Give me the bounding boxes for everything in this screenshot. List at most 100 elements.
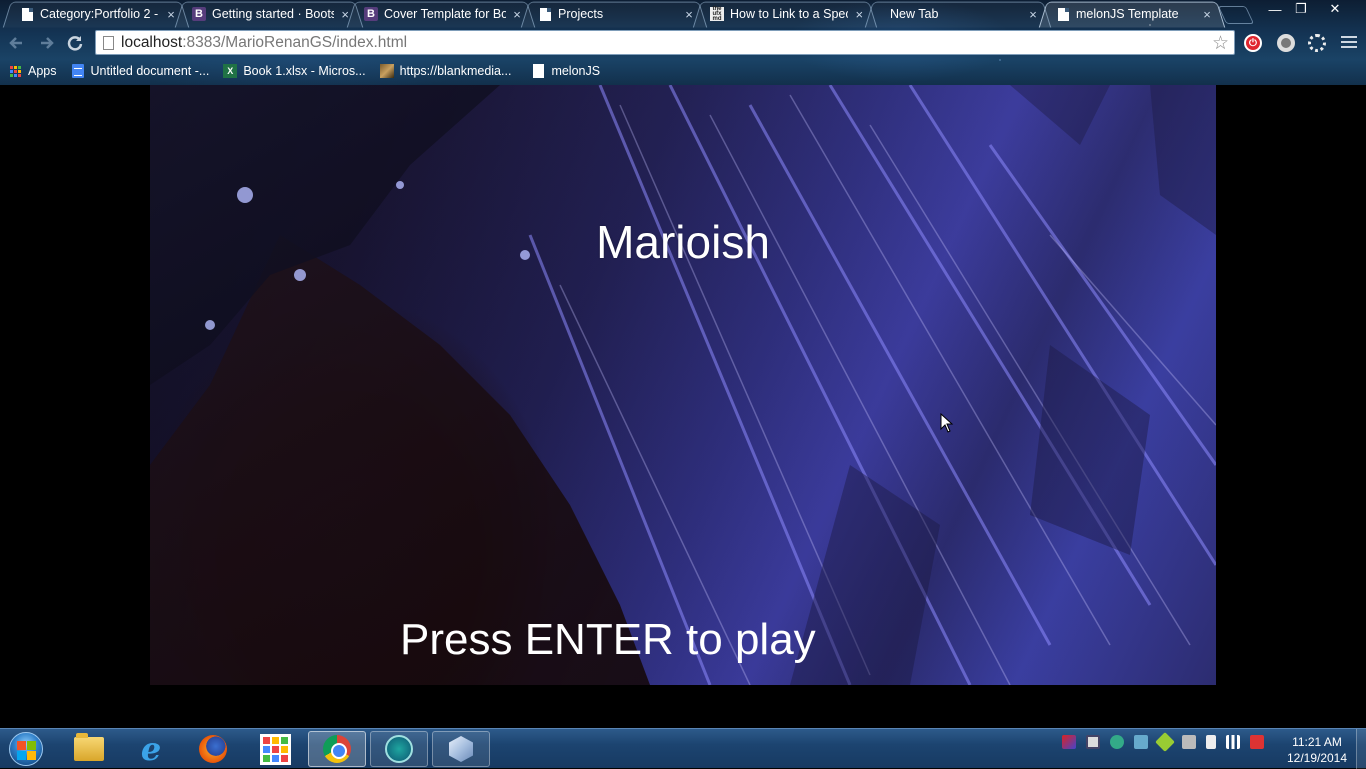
reload-button[interactable] <box>65 33 85 53</box>
tab-close-icon[interactable]: × <box>166 7 176 22</box>
mouse-cursor-icon <box>940 413 954 433</box>
bootstrap-icon: B <box>192 7 206 21</box>
game-canvas[interactable]: Marioish Press ENTER to play <box>150 85 1216 685</box>
tab-title: Projects <box>558 7 604 21</box>
start-button[interactable] <box>5 730 47 768</box>
google-docs-icon <box>71 64 85 78</box>
menu-button[interactable] <box>1341 36 1357 51</box>
extension-button[interactable] <box>1275 32 1297 54</box>
tab-title: Cover Template for Bo <box>384 7 507 21</box>
monitor-icon[interactable] <box>1086 735 1100 749</box>
cube-icon <box>449 736 473 762</box>
page-icon <box>20 7 34 21</box>
show-desktop-button[interactable] <box>1356 729 1366 769</box>
browser-chrome: Category:Portfolio 2 - × B Getting start… <box>0 0 1366 85</box>
volume-icon[interactable] <box>1182 735 1196 749</box>
bookmark-label: Apps <box>28 64 57 78</box>
address-bar[interactable]: localhost:8383/MarioRenanGS/index.html ☆ <box>95 30 1235 55</box>
tab-category-portfolio[interactable]: Category:Portfolio 2 - × <box>14 1 178 27</box>
page-icon <box>103 35 114 50</box>
tab-title: New Tab <box>890 7 939 21</box>
tab-close-icon[interactable]: × <box>512 7 522 22</box>
sync-icon[interactable] <box>1110 735 1124 749</box>
shield-icon[interactable] <box>1062 735 1076 749</box>
bookmark-label: Untitled document -... <box>90 64 210 78</box>
bookmarks-bar: Apps Untitled document -... X Book 1.xls… <box>0 59 1366 83</box>
page-icon <box>1056 7 1070 21</box>
bookmark-melonjs[interactable]: melonJS <box>531 64 600 78</box>
bookmark-apps[interactable]: Apps <box>8 64 57 78</box>
page-viewport: Marioish Press ENTER to play <box>0 85 1366 728</box>
game-title: Marioish <box>596 216 770 268</box>
taskbar-internet-explorer[interactable]: e <box>122 730 180 768</box>
bookmark-untitled-document[interactable]: Untitled document -... <box>71 64 210 78</box>
tab-close-icon[interactable]: × <box>1028 7 1038 22</box>
action-center-flag-icon[interactable] <box>1250 735 1264 749</box>
extension-button[interactable] <box>1306 32 1328 54</box>
minimize-button[interactable]: — <box>1262 0 1288 18</box>
bootstrap-icon: B <box>364 7 378 21</box>
page-icon <box>531 64 545 78</box>
close-window-button[interactable]: ✕ <box>1314 0 1356 18</box>
restore-button[interactable]: ❐ <box>1288 0 1314 18</box>
taskbar-firefox[interactable] <box>184 731 242 767</box>
image-icon <box>379 64 394 78</box>
forward-arrow-icon <box>41 37 54 49</box>
taskbar-sketchup-viewer[interactable] <box>370 731 428 767</box>
taskbar-virtual-machine[interactable] <box>432 731 490 767</box>
tab-how-to-link[interactable]: the ufx md How to Link to a Speci × <box>704 1 866 27</box>
system-clock[interactable]: 11:21 AM 12/19/2014 <box>1282 734 1352 766</box>
extension-button[interactable]: ⏻ <box>1242 32 1264 54</box>
tab-close-icon[interactable]: × <box>854 7 864 22</box>
tab-title: melonJS Template <box>1076 7 1179 21</box>
tab-close-icon[interactable]: × <box>1202 7 1212 22</box>
firefox-icon <box>199 735 227 763</box>
tab-getting-started[interactable]: B Getting started · Boots × <box>186 1 352 27</box>
tab-close-icon[interactable]: × <box>684 7 694 22</box>
tab-cover-template[interactable]: B Cover Template for Bo × <box>358 1 524 27</box>
start-prompt: Press ENTER to play <box>400 615 816 664</box>
tab-melonjs-template[interactable]: melonJS Template × <box>1050 1 1214 27</box>
back-button[interactable] <box>7 33 27 53</box>
tab-strip: Category:Portfolio 2 - × B Getting start… <box>0 0 1255 28</box>
tab-title: Getting started · Boots <box>212 7 335 21</box>
bookmark-blankmedia[interactable]: https://blankmedia... <box>379 64 512 78</box>
forward-button[interactable] <box>36 33 56 53</box>
tab-title: Category:Portfolio 2 - <box>40 7 159 21</box>
bookmark-label: melonJS <box>551 64 601 78</box>
taskbar-windows-explorer[interactable] <box>60 731 118 767</box>
clock-time: 11:21 AM <box>1292 735 1342 749</box>
tab-projects[interactable]: Projects × <box>532 1 696 27</box>
taskbar-chrome[interactable] <box>308 731 366 767</box>
nvidia-icon[interactable] <box>1155 732 1175 752</box>
power-icon: ⏻ <box>1244 34 1262 52</box>
apps-grid-icon <box>8 64 22 78</box>
windows-taskbar: e 11:21 AM 12/19/2014 <box>0 728 1366 769</box>
loading-icon <box>1308 34 1326 52</box>
sketch-app-icon <box>385 735 413 763</box>
site-icon: the ufx md <box>710 6 724 22</box>
tab-close-icon[interactable]: × <box>340 7 350 22</box>
url-text[interactable]: localhost:8383/MarioRenanGS/index.html <box>121 34 407 52</box>
chrome-icon <box>323 735 351 763</box>
rock-background-image <box>150 85 1216 685</box>
usb-icon[interactable] <box>1206 735 1216 749</box>
taskbar-apps-launcher[interactable] <box>246 731 304 767</box>
browser-toolbar: localhost:8383/MarioRenanGS/index.html ☆… <box>0 29 1366 57</box>
system-tray <box>1062 732 1274 752</box>
bookmark-label: https://blankmedia... <box>399 64 512 78</box>
display-icon[interactable] <box>1134 735 1148 749</box>
reload-icon <box>67 36 83 51</box>
page-icon <box>538 7 552 21</box>
window-controls: — ❐ ✕ <box>1262 0 1356 18</box>
tab-new-tab[interactable]: New Tab × <box>876 1 1040 27</box>
windows-logo-icon <box>9 732 43 766</box>
back-arrow-icon <box>9 37 22 49</box>
bookmark-book-xlsx[interactable]: X Book 1.xlsx - Micros... <box>223 64 366 78</box>
tab-title: How to Link to a Speci <box>730 7 849 21</box>
bookmark-star-icon[interactable]: ☆ <box>1212 32 1229 55</box>
internet-explorer-icon: e <box>140 730 162 768</box>
excel-icon: X <box>223 64 238 78</box>
apps-grid-icon <box>259 733 291 765</box>
network-signal-icon[interactable] <box>1226 735 1240 749</box>
